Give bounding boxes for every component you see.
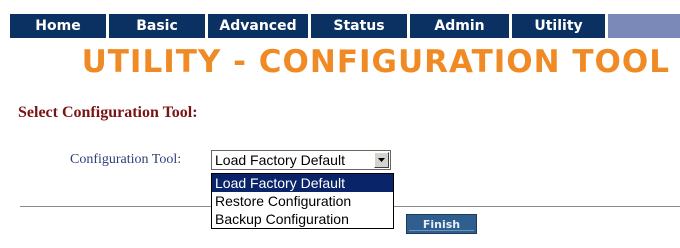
top-strip [0, 0, 680, 10]
configuration-tool-label: Configuration Tool: [70, 152, 182, 167]
nav-tab-basic[interactable]: Basic [109, 14, 208, 38]
nav-tab-admin[interactable]: Admin [410, 14, 512, 38]
chevron-down-icon [378, 158, 385, 162]
finish-button[interactable]: Finish [406, 214, 477, 234]
dropdown-arrow-button[interactable] [374, 152, 389, 168]
option-load-factory-default[interactable]: Load Factory Default [212, 174, 393, 192]
main-nav: Home Basic Advanced Status Admin Utility [10, 14, 680, 38]
option-restore-configuration[interactable]: Restore Configuration [212, 192, 393, 210]
section-heading: Select Configuration Tool: [18, 104, 198, 121]
nav-tab-status[interactable]: Status [311, 14, 410, 38]
page-title: UTILITY - CONFIGURATION TOOL [81, 44, 670, 80]
nav-tab-advanced[interactable]: Advanced [208, 14, 311, 38]
configuration-tool-dropdown: Load Factory Default Restore Configurati… [211, 173, 394, 229]
option-backup-configuration[interactable]: Backup Configuration [212, 210, 393, 228]
nav-tab-utility[interactable]: Utility [512, 14, 608, 38]
configuration-tool-select[interactable]: Load Factory Default [211, 150, 391, 170]
nav-tab-home[interactable]: Home [10, 14, 109, 38]
select-current-value: Load Factory Default [215, 152, 345, 168]
